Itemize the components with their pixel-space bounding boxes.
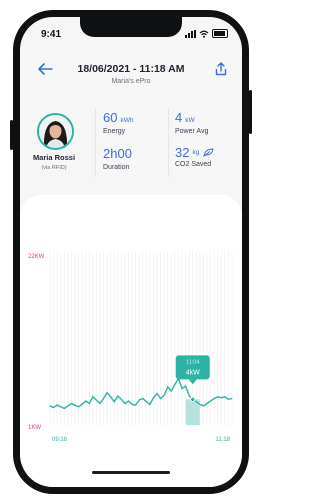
status-icons [185, 29, 228, 38]
data-point [185, 385, 187, 387]
user-name: Maria Rossi [32, 153, 76, 162]
power-chart: 11:04 4kW 22KW 1KW 09:18 11:18 [28, 251, 233, 443]
avatar [37, 113, 74, 150]
tooltip-value: 4kW [186, 369, 200, 376]
co2-unit: kg [192, 149, 200, 156]
side-button-right [249, 90, 252, 134]
data-point [202, 405, 204, 407]
data-point [213, 397, 215, 399]
data-point [210, 400, 212, 402]
data-point [231, 397, 233, 399]
data-point [142, 397, 144, 399]
data-point [217, 396, 219, 398]
data-point [63, 407, 65, 409]
data-point [88, 402, 90, 404]
data-point [81, 403, 83, 405]
divider [168, 109, 169, 177]
y-axis-bottom-label: 1KW [28, 425, 41, 431]
data-point [99, 402, 101, 404]
tooltip-time: 11:04 [186, 359, 199, 365]
data-point [70, 402, 72, 404]
data-point [206, 402, 208, 404]
stat-power: 4 kW Power Avg [175, 109, 208, 135]
energy-value: 60 [103, 110, 118, 125]
data-point [220, 397, 222, 399]
duration-value: 2h00 [103, 146, 132, 161]
data-point [195, 401, 197, 403]
duration-label: Duration [103, 164, 130, 171]
user-auth-method: (via RFID) [41, 165, 67, 171]
data-point [117, 395, 119, 397]
power-value: 4 [175, 110, 183, 125]
data-point [49, 405, 51, 407]
data-point [53, 407, 55, 409]
stat-co2: 32 kg CO2 Saved [175, 145, 214, 168]
data-point [135, 404, 137, 406]
notch [80, 17, 182, 37]
highlight-point [190, 396, 196, 403]
leaf-icon [203, 148, 214, 157]
power-chart-card: 11:04 4kW 22KW 1KW 09:18 11:18 [20, 195, 242, 487]
data-point [74, 404, 76, 406]
data-point [120, 398, 122, 400]
data-point [131, 403, 133, 405]
x-axis-start-label: 09:18 [52, 437, 68, 443]
data-point [224, 396, 226, 398]
data-point [174, 383, 176, 385]
data-point [227, 398, 229, 400]
data-point [138, 399, 140, 401]
power-label: Power Avg [175, 128, 209, 135]
home-indicator [92, 471, 170, 474]
power-series-line [49, 376, 233, 410]
data-point [78, 406, 80, 408]
data-point [106, 392, 108, 394]
data-point [113, 401, 115, 403]
data-point [160, 397, 162, 399]
data-point [170, 390, 172, 392]
signal-icon [185, 29, 196, 38]
data-point [85, 400, 87, 402]
data-point [60, 406, 62, 408]
data-point [156, 393, 158, 395]
data-point [103, 397, 105, 399]
energy-unit: kWh [120, 117, 134, 124]
divider [95, 109, 96, 177]
x-axis-end-label: 11:18 [215, 437, 230, 443]
wifi-icon [199, 30, 209, 38]
page-subtitle: Maria's ePro [111, 78, 151, 85]
data-point [124, 402, 126, 404]
data-point [152, 397, 154, 399]
battery-icon [212, 29, 228, 38]
data-point [128, 400, 130, 402]
page-title: 18/06/2021 - 11:18 AM [77, 63, 185, 75]
stat-energy: 60 kWh Energy [103, 109, 133, 135]
data-point [95, 399, 97, 401]
data-point [149, 403, 151, 405]
tooltip-pointer [188, 379, 197, 385]
status-time: 9:41 [41, 29, 62, 40]
phone-frame: 9:41 18/06/2021 - 11:18 AM Maria's ePro [13, 10, 249, 494]
session-summary: Maria Rossi (via RFID) 60 kWh Energy 4 kW … [20, 105, 242, 185]
data-point [181, 388, 183, 390]
data-point [167, 386, 169, 388]
co2-value: 32 [175, 145, 190, 160]
energy-label: Energy [103, 128, 126, 135]
y-axis-top-label: 22KW [28, 254, 45, 260]
app-screen: 9:41 18/06/2021 - 11:18 AM Maria's ePro [20, 17, 242, 487]
stat-duration: 2h00 Duration [103, 145, 132, 171]
data-point [56, 404, 58, 406]
data-point [163, 394, 165, 396]
data-point [92, 396, 94, 398]
share-icon[interactable] [214, 61, 228, 77]
co2-label: CO2 Saved [175, 161, 212, 168]
data-point [188, 395, 190, 397]
data-point [110, 396, 112, 398]
power-unit: kW [185, 117, 195, 124]
data-point [67, 405, 69, 407]
data-point [145, 401, 147, 403]
data-point [199, 403, 201, 405]
